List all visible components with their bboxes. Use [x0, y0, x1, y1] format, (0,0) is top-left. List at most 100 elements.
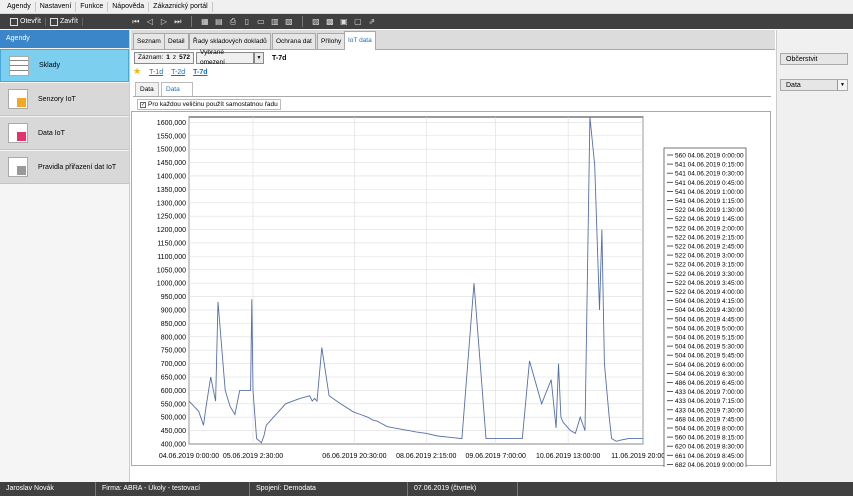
sidebar-header: Agendy — [0, 30, 129, 48]
y-tick-label: 1250,000 — [157, 214, 186, 221]
export-icon[interactable]: ▧ — [285, 17, 293, 26]
legend-entry: 661 04.06.2019 8:45:00 — [675, 453, 744, 460]
clipboard-icon[interactable]: ▣ — [340, 17, 348, 26]
sidebar-item-senzory-iot[interactable]: Senzory IoT — [0, 83, 129, 116]
legend-entry: 522 04.06.2019 2:00:00 — [675, 225, 744, 232]
y-tick-label: 800,000 — [161, 334, 186, 341]
sidebar-item-data-iot[interactable]: Data IoT — [0, 117, 129, 150]
sidebar-item-label: Senzory IoT — [38, 95, 76, 103]
y-tick-label: 1050,000 — [157, 267, 186, 274]
record-label: Záznam: — [138, 54, 164, 61]
menu-zakaznicky-portal[interactable]: Zákaznický portál — [149, 1, 213, 12]
close-button[interactable]: Zavřít — [46, 17, 83, 26]
checkbox-check-icon[interactable]: ✓ — [140, 101, 146, 108]
copy-icon[interactable]: ▩ — [326, 17, 334, 26]
legend-entry: 433 04.06.2019 7:00:00 — [675, 389, 744, 396]
quick-filter-t2d[interactable]: T-2d — [171, 69, 185, 76]
separate-series-checkbox[interactable]: ✓ Pro každou veličinu použít samostatnou… — [137, 99, 281, 110]
previous-record-icon[interactable]: ◁ — [146, 17, 154, 26]
menu-agendy[interactable]: Agendy — [3, 1, 36, 12]
open-label: Otevřít — [20, 18, 42, 25]
legend-entry: 522 04.06.2019 3:00:00 — [675, 253, 744, 260]
chevron-down-icon[interactable]: ▼ — [254, 52, 265, 64]
edit-icon[interactable]: ▨ — [312, 17, 320, 26]
status-bar: Jaroslav Novák Firma: ABRA - Úkoly - tes… — [0, 482, 853, 496]
quick-filter-t7d[interactable]: T-7d — [193, 69, 207, 76]
subtab-data[interactable]: Data — [135, 82, 159, 96]
tab-rady-dokladu[interactable]: Řady skladových dokladů — [189, 33, 271, 49]
close-label: Zavřít — [60, 18, 78, 25]
quick-filter-t1d[interactable]: T-1d — [149, 69, 163, 76]
y-tick-label: 850,000 — [161, 321, 186, 328]
y-tick-label: 900,000 — [161, 307, 186, 314]
sensor-icon — [8, 89, 28, 109]
last-record-icon[interactable]: ⏭ — [174, 17, 182, 26]
tab-iot-data[interactable]: IoT data — [344, 31, 376, 50]
star-icon[interactable]: ★ — [133, 67, 141, 77]
legend-entry: 522 04.06.2019 3:30:00 — [675, 271, 744, 278]
filter-select[interactable]: Vybrané omezení — [196, 49, 255, 66]
legend-entry: 522 04.06.2019 1:30:00 — [675, 207, 744, 214]
record-current: 1 — [166, 54, 170, 61]
share-icon[interactable]: ⇗ — [368, 17, 376, 26]
first-record-icon[interactable]: ⏮ — [132, 17, 140, 26]
page-icon[interactable]: ▯ — [243, 17, 251, 26]
y-tick-label: 600,000 — [161, 388, 186, 395]
legend-entry: 541 04.06.2019 1:00:00 — [675, 189, 744, 196]
legend-entry: 504 04.06.2019 6:00:00 — [675, 362, 744, 369]
tab-bar: Seznam Detail Řady skladových dokladů Oc… — [131, 30, 775, 50]
document-icon[interactable]: ▤ — [215, 17, 223, 26]
next-record-icon[interactable]: ▷ — [160, 17, 168, 26]
legend-entry: 433 04.06.2019 7:30:00 — [675, 407, 744, 414]
plot-area — [188, 116, 644, 445]
tab-detail[interactable]: Detail — [164, 33, 189, 49]
y-tick-label: 1200,000 — [157, 227, 186, 234]
y-tick-label: 450,000 — [161, 428, 186, 435]
tab-seznam[interactable]: Seznam — [133, 33, 165, 49]
iot-data-icon — [8, 123, 28, 143]
y-tick-label: 1550,000 — [157, 133, 186, 140]
open-button[interactable]: Otevřít — [6, 17, 47, 26]
sidebar-item-pravidla[interactable]: Pravidla přiřazení dat IoT — [0, 151, 129, 184]
y-tick-label: 1600,000 — [157, 120, 186, 127]
attach-icon[interactable]: ▢ — [354, 17, 362, 26]
view-select-value: Data — [786, 82, 801, 89]
legend-entry: 541 04.06.2019 1:15:00 — [675, 198, 744, 205]
menu-funkce[interactable]: Funkce — [76, 1, 109, 12]
refresh-button[interactable]: Občerstvit — [780, 53, 848, 65]
view-select[interactable]: Data ▼ — [780, 79, 848, 91]
print-icon[interactable]: ⎙ — [229, 17, 237, 26]
legend-entry: 522 04.06.2019 1:45:00 — [675, 216, 744, 223]
chevron-down-icon[interactable]: ▼ — [837, 80, 847, 90]
y-tick-label: 700,000 — [161, 361, 186, 368]
legend-entry: 522 04.06.2019 3:15:00 — [675, 262, 744, 269]
x-tick-label: 04.06.2019 0:00:00 — [159, 453, 219, 460]
menu-nastaveni[interactable]: Nastavení — [36, 1, 77, 12]
pages-icon[interactable]: ▭ — [257, 17, 265, 26]
report-icon[interactable]: ▦ — [201, 17, 209, 26]
legend-entry: 541 04.06.2019 0:45:00 — [675, 180, 744, 187]
toolbar-separator — [190, 16, 192, 27]
legend-entry: 504 04.06.2019 5:30:00 — [675, 344, 744, 351]
legend-entry: 504 04.06.2019 5:45:00 — [675, 353, 744, 360]
record-of: z — [172, 54, 177, 61]
y-tick-label: 750,000 — [161, 348, 186, 355]
agenda-sidebar: Agendy Sklady Senzory IoT Data IoT Pravi… — [0, 30, 130, 482]
record-total: 572 — [179, 54, 191, 61]
book-icon[interactable]: ▥ — [271, 17, 279, 26]
sidebar-item-sklady[interactable]: Sklady — [0, 49, 129, 82]
y-tick-label: 1500,000 — [157, 147, 186, 154]
y-tick-label: 1150,000 — [157, 240, 186, 247]
close-icon — [50, 17, 59, 26]
legend-entry: 486 04.06.2019 6:45:00 — [675, 380, 744, 387]
x-tick-label: 06.06.2019 20:30:00 — [322, 453, 386, 460]
subtab-data-graficky[interactable]: Data graficky — [161, 82, 194, 106]
y-tick-label: 1000,000 — [157, 281, 186, 288]
tab-prilohy[interactable]: Přílohy — [317, 33, 346, 49]
legend-entry: 433 04.06.2019 7:15:00 — [675, 398, 744, 405]
menu-napoveda[interactable]: Nápověda — [108, 1, 150, 12]
tab-ochrana-dat[interactable]: Ochrana dat — [272, 33, 316, 49]
warehouse-icon — [9, 55, 29, 76]
rules-icon — [8, 157, 28, 177]
chart-frame: 400,000 450,000 500,000 550,000 600,000 650,0… — [131, 111, 771, 473]
